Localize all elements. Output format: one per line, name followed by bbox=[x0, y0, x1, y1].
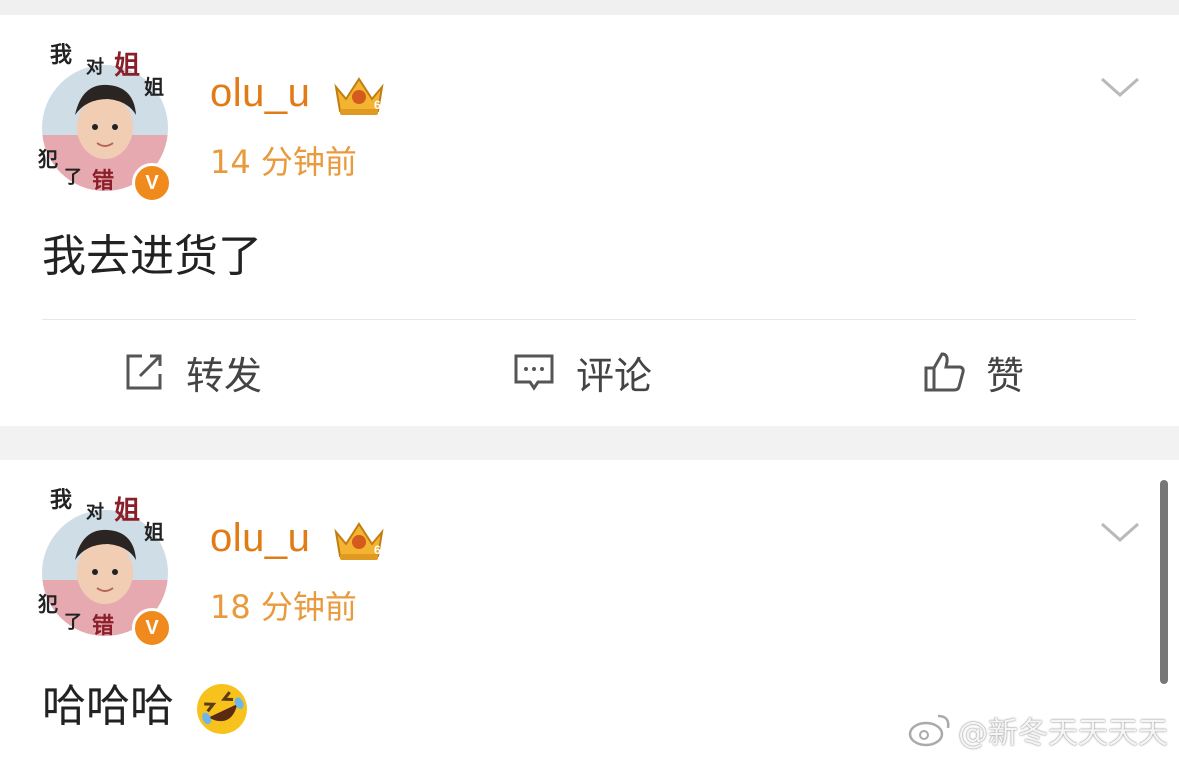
avatar-sticker-text: 姐 bbox=[114, 496, 141, 526]
svg-text:6: 6 bbox=[374, 543, 381, 557]
crown-badge-icon[interactable]: 6 bbox=[330, 73, 388, 117]
avatar-sticker-text: 姐 bbox=[144, 520, 164, 544]
avatar-sticker-text: 我 bbox=[50, 43, 73, 68]
repost-button[interactable]: 转发 bbox=[122, 345, 262, 399]
avatar[interactable]: 我 对 姐 姐 犯 了 错 V bbox=[36, 486, 176, 648]
watermark-text: @新冬天天天天 bbox=[958, 716, 1168, 751]
chevron-down-icon[interactable] bbox=[1100, 520, 1140, 544]
avatar-sticker-text: 犯 bbox=[38, 147, 58, 171]
avatar-sticker-text: 错 bbox=[92, 614, 115, 639]
post-content-text: 哈哈哈 bbox=[42, 681, 174, 732]
avatar-sticker-text: 对 bbox=[86, 502, 104, 523]
svg-text:6: 6 bbox=[374, 98, 381, 112]
avatar-sticker-text: 姐 bbox=[144, 75, 164, 99]
repost-label: 转发 bbox=[186, 353, 263, 398]
crown-badge-icon[interactable]: 6 bbox=[330, 518, 388, 562]
like-button[interactable]: 赞 bbox=[922, 345, 1024, 399]
verified-badge-icon: V bbox=[132, 163, 172, 203]
avatar-sticker-text: 错 bbox=[92, 169, 115, 194]
weibo-logo-icon bbox=[908, 714, 950, 747]
post-content: 哈哈哈 bbox=[42, 670, 250, 737]
watermark: @新冬天天天天 bbox=[908, 708, 1168, 752]
avatar-sticker-text: 了 bbox=[64, 167, 82, 188]
comment-icon bbox=[514, 354, 554, 391]
post-card: 我 对 姐 姐 犯 了 错 V olu_u 6 14 分钟前 我去进货了 转发 … bbox=[0, 15, 1179, 426]
comment-button[interactable]: 评论 bbox=[512, 345, 652, 399]
avatar-sticker-text: 姐 bbox=[114, 51, 141, 81]
top-spacer bbox=[0, 0, 1179, 15]
post-time: 14 分钟前 bbox=[210, 143, 357, 181]
like-label: 赞 bbox=[986, 353, 1025, 398]
comment-label: 评论 bbox=[576, 353, 653, 398]
scrollbar[interactable] bbox=[1160, 480, 1168, 684]
post-content: 我去进货了 bbox=[42, 231, 262, 282]
chevron-down-icon[interactable] bbox=[1100, 75, 1140, 99]
divider bbox=[42, 319, 1136, 320]
username[interactable]: olu_u bbox=[210, 71, 310, 116]
avatar-sticker-text: 犯 bbox=[38, 592, 58, 616]
avatar[interactable]: 我 对 姐 姐 犯 了 错 V bbox=[36, 41, 176, 203]
avatar-sticker-text: 对 bbox=[86, 57, 104, 78]
rolling-laughing-emoji-icon bbox=[197, 684, 247, 734]
post-time: 18 分钟前 bbox=[210, 588, 357, 626]
avatar-sticker-text: 了 bbox=[64, 612, 82, 633]
like-icon bbox=[924, 352, 965, 392]
avatar-sticker-text: 我 bbox=[50, 488, 73, 513]
repost-icon bbox=[126, 354, 162, 390]
username[interactable]: olu_u bbox=[210, 516, 310, 561]
verified-badge-icon: V bbox=[132, 608, 172, 648]
